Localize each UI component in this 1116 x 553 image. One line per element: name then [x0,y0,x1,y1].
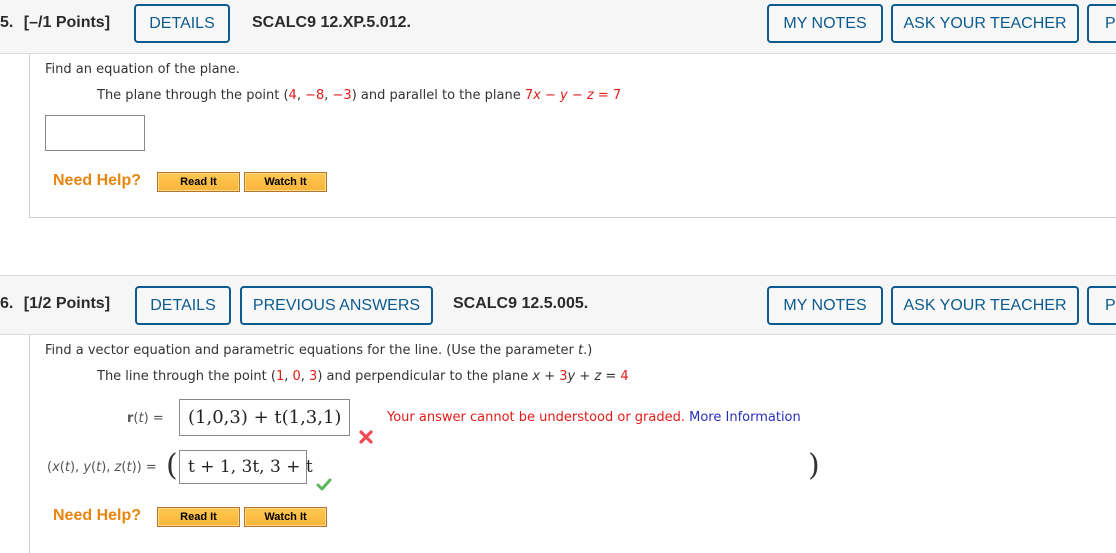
eq-coef: 3 [559,369,568,384]
point-x: 1 [275,369,285,384]
question-code: SCALC9 12.XP.5.012. [252,14,411,31]
ask-your-teacher-button[interactable]: ASK YOUR TEACHER [891,286,1079,325]
statement-text: The line through the point ( [97,369,276,384]
parametric-equation-label: (x(t), y(t), z(t)) = [47,460,157,475]
point-y: −8 [305,88,325,103]
practice-another-button[interactable]: P [1087,4,1116,43]
previous-answers-button[interactable]: PREVIOUS ANSWERS [240,286,433,325]
practice-another-button[interactable]: P [1087,286,1116,325]
question-6-number: 6. [1/2 Points] [0,295,110,313]
watch-it-button[interactable]: Watch It [244,172,327,192]
eq-op: + [540,369,560,384]
details-button[interactable]: DETAILS [134,4,230,43]
practice-button-label: P [1105,296,1116,314]
answer-feedback: Your answer cannot be understood or grad… [387,410,801,425]
points-label: [1/2 Points] [23,295,111,312]
question-number: 5. [0,14,14,31]
need-help-label: Need Help? [53,507,142,524]
my-notes-button[interactable]: MY NOTES [767,4,883,43]
parametric-equation-answer-input[interactable]: t + 1, 3t, 3 + t [179,450,313,484]
question-6-header: 6. [1/2 Points] DETAILS PREVIOUS ANSWERS… [0,275,1116,335]
eq-op: + [575,369,595,384]
details-button[interactable]: DETAILS [135,286,231,325]
question-number: 6. [0,295,14,312]
watch-it-button[interactable]: Watch It [244,507,327,527]
left-paren: ( [166,448,178,483]
question-5-number: 5. [–/1 Points] [0,14,110,32]
read-it-button[interactable]: Read It [157,507,240,527]
plane-equation-answer-input[interactable] [45,115,145,151]
right-paren: ) [808,448,820,483]
vector-equation-label: r(t) = [127,411,164,426]
more-information-link[interactable]: More Information [689,410,801,425]
question-5-header: 5. [–/1 Points] DETAILS SCALC9 12.XP.5.0… [0,0,1116,54]
plane-equation: 7x − y − z = 7 [524,88,622,103]
feedback-error-text: Your answer cannot be understood or grad… [387,410,685,425]
incorrect-x-icon [359,430,373,444]
prompt-text: .) [583,343,593,358]
question-statement: The plane through the point (4, −8, −3) … [97,88,622,103]
practice-button-label: P [1105,14,1116,32]
prompt-text: Find a vector equation and parametric eq… [45,343,579,358]
vector-equation-answer-input[interactable]: (1,0,3) + t(1,3,1) [179,399,350,436]
question-prompt: Find a vector equation and parametric eq… [45,343,592,358]
read-it-button[interactable]: Read It [157,172,240,192]
eq-var: x [532,369,541,384]
statement-text: The plane through the point ( [97,88,289,103]
correct-check-icon [316,478,332,491]
point-x: 4 [288,88,297,103]
my-notes-button[interactable]: MY NOTES [767,286,883,325]
question-5-body: Find an equation of the plane. The plane… [29,54,1116,218]
question-code: SCALC9 12.5.005. [453,295,589,312]
eq-rhs: 4 [620,369,629,384]
statement-text: ) and parallel to the plane [351,88,525,103]
question-statement: The line through the point (1, 0, 3) and… [97,369,629,384]
question-prompt: Find an equation of the plane. [45,62,240,77]
point-y: 0 [292,369,301,384]
statement-text: ) and perpendicular to the plane [317,369,533,384]
eq-op: = [601,369,621,384]
points-label: [–/1 Points] [23,14,111,31]
point-z: −3 [332,88,352,103]
ask-your-teacher-button[interactable]: ASK YOUR TEACHER [891,4,1079,43]
need-help-label: Need Help? [53,172,142,189]
question-6-body: Find a vector equation and parametric eq… [29,335,1116,553]
